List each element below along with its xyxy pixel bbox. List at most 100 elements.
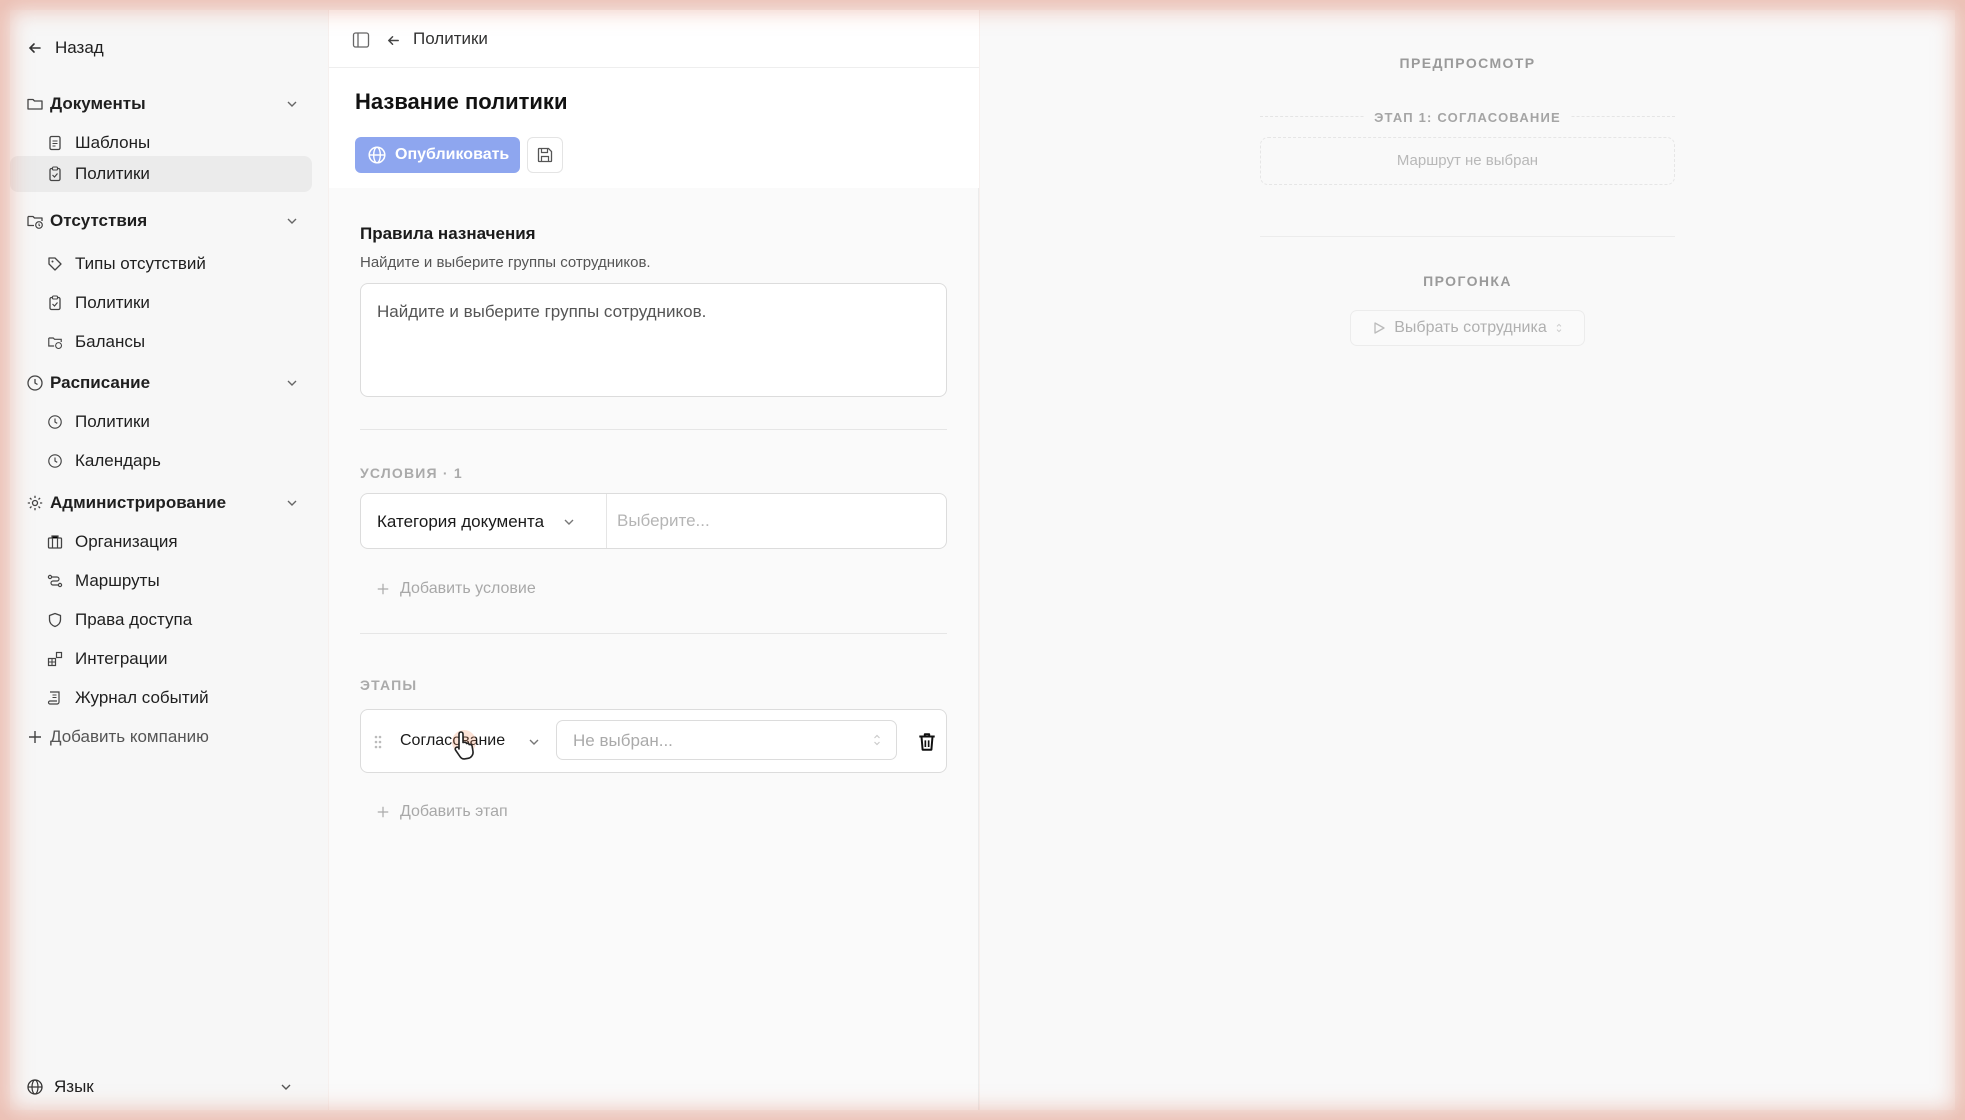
sidebar-item-label: Шаблоны: [75, 133, 151, 152]
drag-handle-icon[interactable]: [373, 734, 383, 750]
preview-route-empty: Маршрут не выбран: [1260, 137, 1675, 185]
chevron-down-icon: [287, 218, 297, 224]
document-icon: [46, 134, 64, 152]
add-condition-button[interactable]: Добавить условие: [376, 580, 536, 598]
divider: [360, 429, 947, 430]
breadcrumb: Политики: [329, 10, 979, 68]
save-button[interactable]: [527, 137, 563, 173]
breadcrumb-policies[interactable]: Политики: [413, 29, 488, 49]
condition-row: Категория документа Выберите...: [360, 493, 947, 549]
sidebar-item-label: Права доступа: [75, 610, 193, 629]
add-stage-button[interactable]: Добавить этап: [376, 803, 508, 821]
route-select[interactable]: Не выбран...: [556, 720, 897, 760]
route-select-placeholder: Не выбран...: [573, 731, 673, 750]
preview-panel: ПРЕДПРОСМОТР ЭТАП 1: СОГЛАСОВАНИЕ Маршру…: [980, 10, 1955, 1110]
chevron-down-icon: [281, 1084, 291, 1090]
back-label: Назад: [55, 38, 104, 57]
folder-icon: [26, 95, 44, 113]
condition-field-select[interactable]: Категория документа: [377, 512, 544, 532]
select-employee-button[interactable]: Выбрать сотрудника: [1350, 310, 1585, 346]
divider: [606, 494, 607, 548]
divider: [360, 633, 947, 634]
clipboard-icon: [46, 294, 64, 312]
sidebar-group-label: Администрирование: [50, 493, 227, 512]
sidebar-item-label: Политики: [75, 293, 150, 312]
sidebar-item-label: Организация: [75, 532, 178, 551]
conditions-header: УСЛОВИЯ · 1: [360, 465, 463, 481]
folder-clock-icon: [26, 212, 44, 230]
preview-stage-label: ЭТАП 1: СОГЛАСОВАНИЕ: [980, 109, 1955, 127]
sidebar-group-label: Отсутствия: [50, 211, 148, 230]
assignment-description: Найдите и выберите группы сотрудников.: [360, 254, 651, 271]
chevron-down-icon: [287, 101, 297, 107]
sidebar-item-balances[interactable]: Балансы: [10, 324, 312, 360]
arrow-left-icon[interactable]: [386, 33, 401, 48]
sidebar-item-label: Календарь: [75, 451, 161, 470]
chevron-down-icon: [564, 519, 574, 525]
sidebar-item-label: Политики: [75, 164, 150, 183]
sidebar-group-label: Расписание: [50, 373, 151, 392]
sidebar-group-absences[interactable]: Отсутствия: [10, 203, 312, 239]
sidebar-item-schedule-policies[interactable]: Политики: [10, 404, 312, 440]
policy-editor: Политики Название политики Опубликовать …: [329, 10, 979, 1110]
sidebar-item-label: Политики: [75, 412, 150, 431]
language-selector[interactable]: Язык: [10, 1069, 312, 1105]
page-title[interactable]: Название политики: [355, 89, 567, 115]
clock-icon: [26, 374, 44, 392]
add-company-button[interactable]: Добавить компанию: [10, 719, 312, 755]
route-icon: [46, 572, 64, 590]
scroll-icon: [46, 689, 64, 707]
building-icon: [46, 533, 64, 551]
condition-value-input[interactable]: Выберите...: [617, 511, 710, 531]
divider: [1260, 236, 1675, 237]
assignment-title: Правила назначения: [360, 224, 536, 243]
preview-stage-label-text: ЭТАП 1: СОГЛАСОВАНИЕ: [1364, 110, 1571, 125]
sidebar-item-document-policies[interactable]: Политики: [10, 156, 312, 192]
publish-label: Опубликовать: [395, 146, 510, 163]
sidebar-item-label: Типы отсутствий: [75, 254, 206, 273]
select-employee-label: Выбрать сотрудника: [1394, 319, 1547, 336]
sidebar-group-administration[interactable]: Администрирование: [10, 485, 312, 521]
employee-groups-input[interactable]: Найдите и выберите группы сотрудников.: [360, 283, 947, 397]
sidebar-item-access-rights[interactable]: Права доступа: [10, 602, 312, 638]
play-icon: [1374, 322, 1385, 334]
sidebar-group-schedule[interactable]: Расписание: [10, 365, 312, 401]
chevron-down-icon: [529, 739, 539, 745]
add-company-label: Добавить компанию: [50, 727, 209, 746]
language-label: Язык: [54, 1077, 94, 1096]
preview-header: ПРЕДПРОСМОТР: [1399, 55, 1536, 71]
plus-icon: [26, 728, 44, 746]
sidebar-group-label: Документы: [50, 94, 146, 113]
stages-header: ЭТАПЫ: [360, 677, 418, 693]
clipboard-icon: [46, 165, 64, 183]
sidebar-item-calendar[interactable]: Календарь: [10, 443, 312, 479]
run-header: ПРОГОНКА: [1423, 273, 1512, 289]
sidebar-toggle-icon[interactable]: [352, 31, 370, 49]
clock-icon: [46, 413, 64, 431]
tag-icon: [46, 255, 64, 273]
sidebar-item-organization[interactable]: Организация: [10, 524, 312, 560]
sidebar-item-absence-types[interactable]: Типы отсутствий: [10, 246, 312, 282]
mouse-cursor-icon: [452, 730, 476, 760]
trash-icon[interactable]: [916, 731, 938, 753]
publish-button[interactable]: Опубликовать: [355, 137, 520, 173]
add-condition-label: Добавить условие: [400, 580, 536, 597]
globe-icon: [368, 146, 386, 164]
add-stage-label: Добавить этап: [400, 803, 508, 820]
sidebar-item-absence-policies[interactable]: Политики: [10, 285, 312, 321]
sidebar-group-documents[interactable]: Документы: [10, 86, 312, 122]
stage-row: Согласование Не выбран...: [360, 709, 947, 773]
back-link[interactable]: Назад: [10, 30, 312, 66]
sidebar-item-event-log[interactable]: Журнал событий: [10, 680, 312, 716]
sidebar-item-routes[interactable]: Маршруты: [10, 563, 312, 599]
globe-icon: [26, 1078, 44, 1096]
sidebar-item-label: Балансы: [75, 332, 146, 351]
clock-icon: [46, 452, 64, 470]
plus-icon: [377, 806, 389, 818]
shield-icon: [46, 611, 64, 629]
chevrons-up-down-icon: [1556, 323, 1562, 333]
sidebar-item-integrations[interactable]: Интеграции: [10, 641, 312, 677]
sidebar: Назад Документы Шаблоны Политики Отсутст…: [10, 10, 328, 1110]
plus-icon: [377, 583, 389, 595]
sidebar-item-label: Журнал событий: [75, 688, 209, 707]
